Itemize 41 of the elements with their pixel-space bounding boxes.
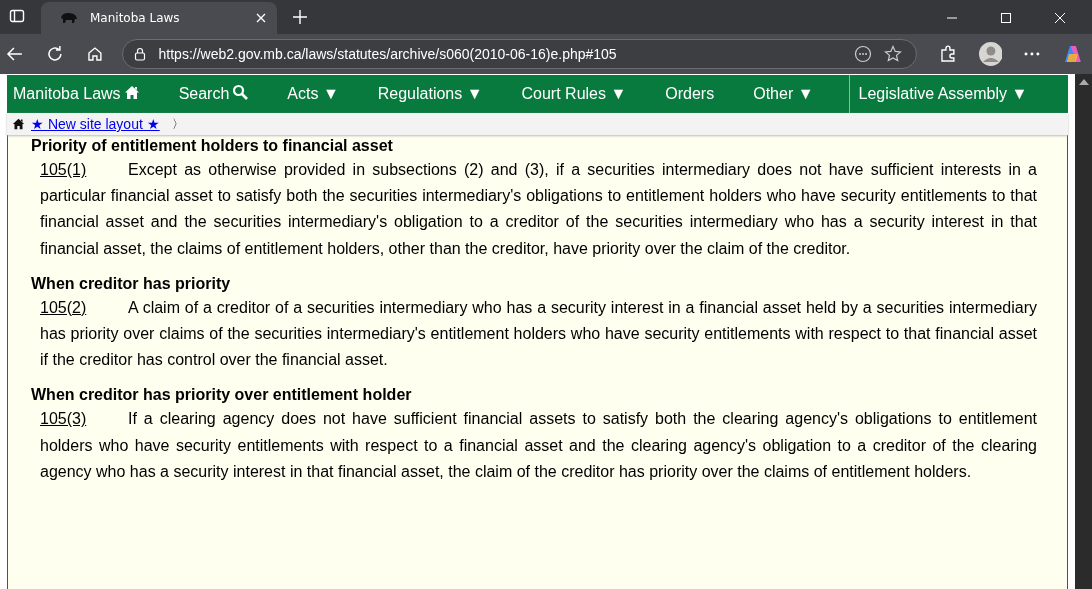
breadcrumb-separator: 〉: [171, 115, 184, 133]
new-tab-icon[interactable]: [293, 10, 307, 24]
section-text: 105(3) If a clearing agency does not have sufficient financial assets to satisfy both the clearing agency's obligations to entitlement holders who have security entitlements with respect to a financial asset and the clearing agency's obligation to a creditor of the clearing agency who has a security interest in that financial asset, the claim of the creditor has priority over the claims of entitlement holders.: [31, 406, 1037, 486]
section-heading: When creditor has priority: [31, 273, 232, 294]
home-icon[interactable]: [12, 118, 25, 130]
section-number-link[interactable]: 105(3): [40, 406, 128, 433]
browser-tab[interactable]: Manitoba Laws: [41, 2, 277, 34]
nav-link[interactable]: Search: [178, 85, 249, 103]
star-icon[interactable]: [883, 45, 902, 63]
menu-icon[interactable]: [1024, 52, 1041, 56]
avatar-icon[interactable]: [978, 42, 1003, 66]
section-text: 105(2) A claim of a creditor of a securities intermediary who has a security interest in a financial asset held by a securities intermediary has priority over claims of the securities intermediary's entitlement holders who have security entitlements with respect to that financial asset if the creditor has control over the financial asset.: [31, 294, 1037, 374]
nav-link[interactable]: Acts ▼: [287, 85, 339, 103]
more-icon[interactable]: [853, 45, 872, 63]
tab-title: Manitoba Laws: [90, 11, 181, 25]
sidebar-icon[interactable]: [9, 8, 25, 24]
nav-link[interactable]: Legislative Assembly ▼: [858, 85, 1028, 103]
section-text: 105(1) Except as otherwise provided in subsections (2) and (3), if a securities intermediary does not have sufficient interests in a particular financial asset to satisfy both the securities intermediary's obligations to entitlement holders who have security entitlements to that financial asset and the securities intermediary's obligation to a creditor of the securities intermediary who has a security interest in that financial asset, the claims of entitlement holders, other than the creditor, have priority over the claim of the creditor.: [31, 157, 1037, 262]
nav-link[interactable]: Other ▼: [753, 85, 814, 103]
scroll-up-icon[interactable]: [1078, 79, 1089, 85]
home-icon[interactable]: [85, 45, 104, 63]
nav-link[interactable]: Regulations ▼: [377, 85, 483, 103]
home-icon: [123, 84, 140, 100]
maximize-icon[interactable]: [1000, 12, 1012, 24]
address-bar[interactable]: https://web2.gov.mb.ca/laws/statutes/archive/s060(2010-06-16)e.php#105: [121, 39, 917, 69]
reload-icon[interactable]: [45, 45, 64, 63]
section-heading: Priority of entitlement holders to financial asset: [31, 136, 394, 156]
nav-link[interactable]: Court Rules ▼: [521, 85, 627, 103]
lock-icon: [132, 47, 147, 61]
site-layout-link[interactable]: ★ New site layout ★: [31, 116, 160, 132]
section-number-link[interactable]: 105(2): [40, 294, 128, 321]
section-number-link[interactable]: 105(1): [40, 157, 128, 184]
search-icon: [232, 84, 249, 100]
puzzle-icon[interactable]: [938, 45, 957, 63]
scrollbar[interactable]: [1075, 74, 1092, 589]
section-heading: When creditor has priority over entitlement holder: [31, 385, 413, 406]
close-icon[interactable]: [255, 12, 267, 24]
nav-link[interactable]: Manitoba Laws: [13, 85, 140, 103]
close-icon[interactable]: [1054, 12, 1066, 24]
back-icon[interactable]: [6, 45, 24, 63]
nav-link[interactable]: Orders: [665, 85, 715, 103]
